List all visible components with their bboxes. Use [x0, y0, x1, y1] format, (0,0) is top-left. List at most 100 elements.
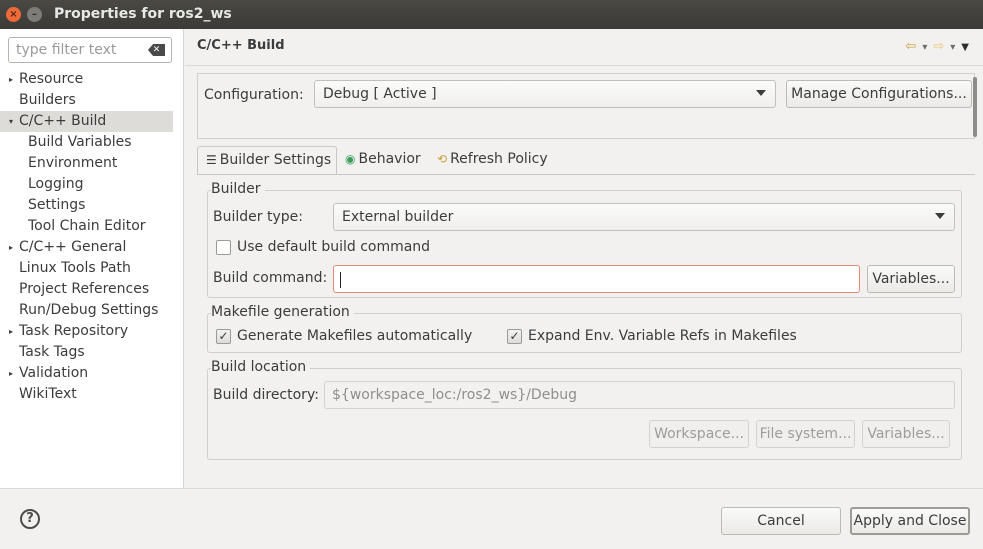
help-icon[interactable]: ?	[20, 509, 40, 529]
tab-behavior[interactable]: ◉ Behavior	[345, 146, 431, 174]
tab-label: Behavior	[358, 151, 421, 167]
collapse-arrow-icon[interactable]: ▾	[9, 111, 13, 132]
vertical-scrollbar[interactable]	[973, 77, 977, 137]
text-cursor	[340, 272, 341, 288]
use-default-build-command-checkbox[interactable]	[216, 240, 231, 255]
sidebar-item-label: Task Tags	[19, 344, 85, 360]
sidebar-item-resource[interactable]: ▸ Resource	[0, 69, 173, 90]
sidebar-item-label: C/C++ General	[19, 239, 127, 255]
expand-arrow-icon[interactable]: ▸	[9, 363, 13, 384]
expand-arrow-icon[interactable]: ▸	[9, 321, 13, 342]
sidebar-item-settings[interactable]: Settings	[0, 195, 173, 216]
sidebar-item-build-variables[interactable]: Build Variables	[0, 132, 173, 153]
sidebar-item-label: Build Variables	[28, 134, 132, 150]
sidebar-item-task-tags[interactable]: Task Tags	[0, 342, 173, 363]
tab-separator	[197, 174, 975, 175]
minimize-window-button[interactable]: –	[27, 7, 42, 22]
refresh-policy-icon: ⟲	[437, 152, 448, 166]
forward-arrow-icon[interactable]: ⇨	[933, 39, 944, 54]
chevron-down-icon	[756, 90, 766, 96]
sidebar-item-linux-tools-path[interactable]: Linux Tools Path	[0, 258, 173, 279]
workspace-button[interactable]: Workspace...	[649, 420, 749, 448]
filter-input[interactable]: type filter text ✕	[8, 37, 172, 63]
page-navigation: ⇦ ▾ ⇨ ▾ ▼	[899, 39, 969, 54]
behavior-icon: ◉	[345, 152, 356, 166]
configuration-label: Configuration:	[204, 87, 304, 103]
sidebar-item-label: Logging	[28, 176, 84, 192]
sidebar-item-builders[interactable]: Builders	[0, 90, 173, 111]
location-variables-button[interactable]: Variables...	[862, 420, 950, 448]
sidebar-item-task-repository[interactable]: ▸ Task Repository	[0, 321, 173, 342]
tab-label: Refresh Policy	[450, 151, 548, 167]
file-system-button[interactable]: File system...	[756, 420, 855, 448]
page-title: C/C++ Build	[197, 38, 285, 53]
build-command-label: Build command:	[213, 270, 328, 286]
expand-arrow-icon[interactable]: ▸	[9, 237, 13, 258]
builder-settings-icon: ☰	[206, 153, 217, 167]
builder-type-value: External builder	[342, 209, 454, 225]
expand-env-refs-label[interactable]: Expand Env. Variable Refs in Makefiles	[528, 328, 797, 344]
sidebar-item-label: Settings	[28, 197, 86, 213]
sidebar-item-label: Resource	[19, 71, 84, 87]
expand-env-refs-checkbox[interactable]: ✓	[507, 329, 522, 344]
configuration-value: Debug [ Active ]	[323, 86, 437, 102]
use-default-build-command-label[interactable]: Use default build command	[237, 239, 430, 255]
apply-and-close-button[interactable]: Apply and Close	[850, 507, 970, 535]
builder-type-label: Builder type:	[213, 209, 303, 225]
builder-type-select[interactable]: External builder	[333, 203, 955, 231]
window-title: Properties for ros2_ws	[54, 6, 232, 22]
build-location-group-title: Build location	[211, 359, 311, 375]
cancel-button[interactable]: Cancel	[721, 507, 841, 535]
sidebar-item-environment[interactable]: Environment	[0, 153, 173, 174]
tab-refresh-policy[interactable]: ⟲ Refresh Policy	[437, 146, 567, 174]
header-separator	[185, 65, 983, 66]
sidebar-item-label: Task Repository	[19, 323, 129, 339]
properties-tree: ▸ Resource Builders ▾ C/C++ Build Build Va…	[0, 69, 173, 405]
expand-arrow-icon[interactable]: ▸	[9, 69, 13, 90]
sidebar-item-cpp-build[interactable]: ▾ C/C++ Build	[0, 111, 173, 132]
sidebar-item-label: Validation	[19, 365, 89, 381]
build-directory-input[interactable]: ${workspace_loc:/ros2_ws}/Debug	[324, 381, 955, 409]
tab-label: Builder Settings	[219, 152, 332, 168]
manage-configurations-button[interactable]: Manage Configurations...	[786, 80, 972, 108]
configuration-select[interactable]: Debug [ Active ]	[314, 80, 776, 108]
sidebar-item-label: Builders	[19, 92, 76, 108]
view-menu-icon[interactable]: ▼	[961, 42, 969, 53]
sidebar-item-tool-chain-editor[interactable]: Tool Chain Editor	[0, 216, 173, 237]
sidebar-item-label: Tool Chain Editor	[28, 218, 146, 234]
main-panel: C/C++ Build ⇦ ▾ ⇨ ▾ ▼ Configuration: Debug […	[185, 29, 983, 488]
build-directory-label: Build directory:	[213, 387, 319, 403]
makefile-group-title: Makefile generation	[211, 304, 354, 320]
sidebar-item-label: C/C++ Build	[19, 113, 107, 129]
generate-makefiles-label[interactable]: Generate Makefiles automatically	[237, 328, 472, 344]
sidebar-item-label: Project References	[19, 281, 150, 297]
forward-history-dropdown-icon[interactable]: ▾	[950, 42, 955, 53]
builder-variables-button[interactable]: Variables...	[867, 265, 955, 293]
sidebar-item-run-debug-settings[interactable]: Run/Debug Settings	[0, 300, 173, 321]
sidebar-item-label: WikiText	[19, 386, 77, 402]
sidebar-item-label: Environment	[28, 155, 118, 171]
sidebar-item-project-references[interactable]: Project References	[0, 279, 173, 300]
sidebar-item-logging[interactable]: Logging	[0, 174, 173, 195]
close-window-button[interactable]: ×	[6, 7, 21, 22]
tab-builder-settings[interactable]: ☰ Builder Settings	[197, 146, 337, 174]
builder-group-title: Builder	[211, 181, 265, 197]
back-history-dropdown-icon[interactable]: ▾	[922, 42, 927, 53]
chevron-down-icon	[935, 213, 945, 219]
sidebar-item-label: Linux Tools Path	[19, 260, 131, 276]
clear-filter-icon[interactable]: ✕	[148, 44, 165, 56]
sidebar-item-cpp-general[interactable]: ▸ C/C++ General	[0, 237, 173, 258]
filter-placeholder: type filter text	[16, 42, 117, 58]
back-arrow-icon[interactable]: ⇦	[905, 39, 916, 54]
build-command-input[interactable]	[333, 265, 860, 293]
generate-makefiles-checkbox[interactable]: ✓	[216, 329, 231, 344]
sidebar-item-label: Run/Debug Settings	[19, 302, 159, 318]
sidebar: type filter text ✕ ▸ Resource Builders ▾ C…	[0, 29, 184, 488]
build-directory-value: ${workspace_loc:/ros2_ws}/Debug	[332, 387, 577, 403]
sidebar-item-wikitext[interactable]: WikiText	[0, 384, 173, 405]
tab-bar: ☰ Builder Settings ◉ Behavior ⟲ Refresh Pol…	[197, 146, 975, 174]
configuration-section: Configuration: Debug [ Active ] Manage C…	[197, 73, 975, 139]
title-bar: × – Properties for ros2_ws	[0, 0, 983, 29]
dialog-footer: ? Cancel Apply and Close	[0, 488, 983, 549]
sidebar-item-validation[interactable]: ▸ Validation	[0, 363, 173, 384]
